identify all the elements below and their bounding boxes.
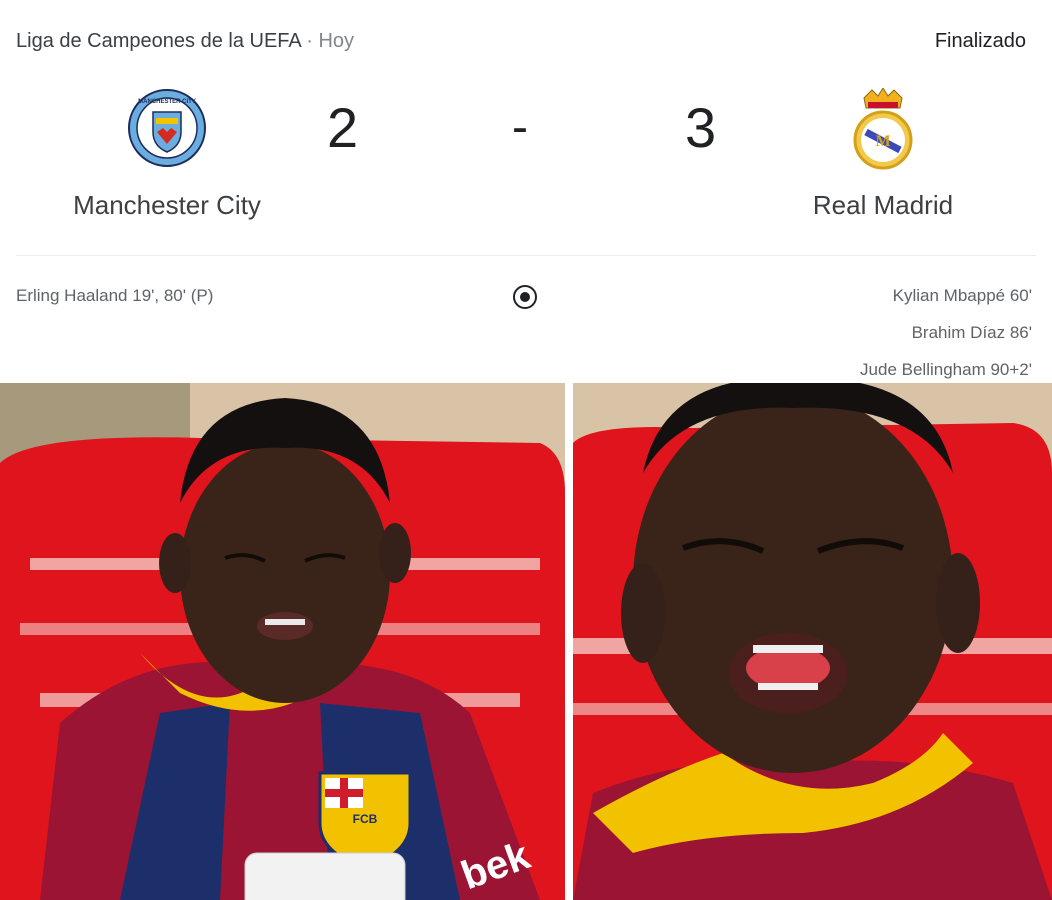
crying-boy-photo-left: FCB bek (0, 383, 565, 900)
away-score: 3 (685, 96, 717, 159)
header-separator: · (306, 30, 313, 52)
home-score: 2 (327, 96, 359, 159)
home-team-name[interactable]: Manchester City (27, 190, 307, 221)
soccer-ball-icon (512, 284, 538, 310)
crying-boy-photo-right (573, 383, 1052, 900)
match-day: Hoy (318, 30, 355, 52)
home-scorers: Erling Haaland 19', 80' (P) (16, 286, 213, 306)
score-dash: - (512, 101, 528, 154)
match-header: Liga de Campeones de la UEFA · Hoy (16, 30, 354, 53)
scorer: Kylian Mbappé 60' (892, 286, 1032, 305)
match-scorecard[interactable]: Liga de Campeones de la UEFA · Hoy Final… (0, 0, 1052, 383)
real-madrid-crest-icon[interactable]: M (850, 87, 916, 172)
scorer: Erling Haaland 19', 80' (P) (16, 286, 214, 305)
jersey-crest-text: FCB (353, 812, 378, 826)
svg-text:M: M (875, 133, 890, 150)
crest-text: MANCHESTER CITY (138, 99, 196, 105)
scorer: Brahim Díaz 86' (911, 323, 1032, 342)
match-status: Finalizado (934, 30, 1026, 52)
away-team-name[interactable]: Real Madrid (743, 190, 1023, 221)
away-scorers: Kylian Mbappé 60' Brahim Díaz 86' Jude B… (860, 286, 1032, 397)
competition-name: Liga de Campeones de la UEFA (16, 30, 301, 52)
divider (16, 255, 1036, 256)
manchester-city-crest-icon[interactable]: MANCHESTER CITY (127, 88, 207, 168)
